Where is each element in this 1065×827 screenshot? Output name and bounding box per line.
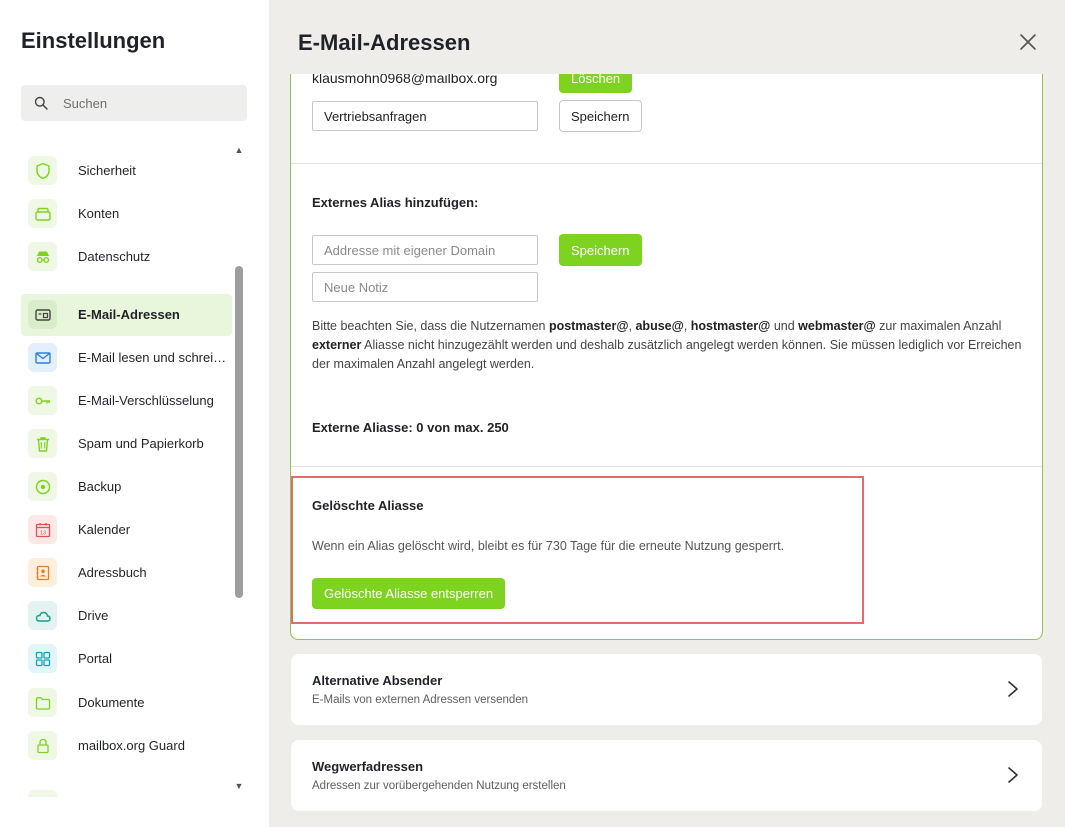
addressbook-icon (36, 565, 49, 580)
sidebar-item-label: Konten (78, 206, 120, 221)
sidebar-item-label: Sicherheit (78, 163, 136, 178)
sidebar-item-label: Portal (78, 651, 112, 666)
spy-icon (36, 251, 49, 263)
content-header: E-Mail-Adressen (269, 0, 1065, 74)
save-alias-note-button[interactable]: Speichern (559, 100, 642, 132)
sidebar-item-guard[interactable]: mailbox.org Guard (21, 725, 232, 767)
sidebar-item-calendar[interactable]: 13 Kalender (21, 509, 232, 551)
external-address-input[interactable] (312, 235, 538, 265)
sidebar-item-accounts[interactable]: Konten (21, 193, 232, 235)
backup-icon (35, 479, 50, 494)
chevron-right-icon (1008, 767, 1018, 783)
section-divider (291, 163, 1042, 164)
accounts-icon (34, 207, 51, 221)
sidebar-item-label: E-Mail-Verschlüsselung (78, 393, 214, 408)
trash-icon (36, 436, 49, 452)
envelope-icon (34, 351, 51, 364)
sidebar-item-spam-trash[interactable]: Spam und Papierkorb (21, 423, 232, 465)
calendar-icon: 13 (35, 522, 50, 537)
cloud-icon (35, 611, 51, 622)
shield-icon (35, 162, 50, 179)
sidebar-scrollbar[interactable]: ▲ ▼ (234, 145, 244, 795)
search-input[interactable] (63, 85, 243, 121)
folder-icon (35, 696, 50, 710)
sidebar-item-label: Datenschutz (78, 249, 151, 264)
sidebar-item-read-write-email[interactable]: E-Mail lesen und schreiben (21, 337, 232, 379)
search-box[interactable] (21, 85, 247, 121)
sidebar-item-documents[interactable]: Dokumente (21, 682, 232, 724)
card-title: Alternative Absender (312, 673, 443, 688)
svg-text:13: 13 (39, 530, 45, 536)
external-alias-note: Bitte beachten Sie, dass die Nutzernamen… (312, 319, 1022, 371)
scroll-up-arrow-icon[interactable]: ▲ (234, 145, 244, 157)
sidebar-item-label: Backup (78, 479, 122, 494)
deleted-aliases-text: Wenn ein Alias gelöscht wird, bleibt es … (312, 539, 785, 553)
sidebar-item-label: E-Mail lesen und schreiben (78, 350, 232, 365)
lock-icon (36, 738, 49, 753)
email-addresses-panel: klausmohn0968@mailbox.org Löschen Speich… (290, 40, 1043, 640)
sidebar-item-email-addresses[interactable]: E-Mail-Adressen (21, 294, 232, 336)
settings-content: klausmohn0968@mailbox.org Löschen Speich… (269, 0, 1065, 827)
unlock-deleted-aliases-button[interactable]: Gelöschte Aliasse entsperren (312, 578, 506, 609)
sidebar-item-label: Adressbuch (78, 565, 147, 580)
sidebar-item-drive[interactable]: Drive (21, 595, 232, 637)
card-subtitle: E-Mails von externen Adressen versenden (312, 694, 529, 706)
close-icon[interactable] (1018, 32, 1038, 52)
card-subtitle: Adressen zur vorübergehenden Nutzung ers… (312, 780, 566, 792)
chevron-right-icon (1008, 681, 1018, 697)
sidebar-item-label: E-Mail-Adressen (78, 307, 180, 322)
external-alias-count: Externe Aliasse: 0 von max. 250 (312, 420, 509, 435)
deleted-aliases-heading: Gelöschte Aliasse (312, 498, 424, 513)
external-note-input[interactable] (312, 272, 538, 302)
sidebar-item-privacy[interactable]: Datenschutz (21, 236, 232, 278)
save-external-alias-button[interactable]: Speichern (559, 234, 642, 266)
scrollbar-thumb[interactable] (235, 266, 243, 598)
alias-note-input[interactable] (312, 101, 538, 131)
page-title: E-Mail-Adressen (298, 30, 471, 55)
key-icon (35, 396, 50, 404)
alternative-senders-card[interactable]: Alternative Absender E-Mails von externe… (291, 654, 1042, 725)
sidebar-item-email-encryption[interactable]: E-Mail-Verschlüsselung (21, 380, 232, 422)
grid-icon (35, 651, 50, 666)
section-divider (291, 466, 1042, 467)
sidebar-item-backup[interactable]: Backup (21, 466, 232, 508)
deleted-aliases-section: Gelöschte Aliasse Wenn ein Alias gelösch… (291, 476, 864, 624)
sidebar-item-label: Kalender (78, 522, 131, 537)
card-title: Wegwerfadressen (312, 759, 424, 774)
sidebar-item-label: mailbox.org Guard (78, 738, 185, 753)
external-alias-heading: Externes Alias hinzufügen: (312, 195, 479, 210)
sidebar-item-label: Drive (78, 608, 109, 623)
search-icon (34, 96, 48, 110)
sidebar-item-label: Spam und Papierkorb (78, 436, 204, 451)
sidebar-title: Einstellungen (21, 28, 166, 53)
sidebar-item-security[interactable]: Sicherheit (21, 150, 232, 192)
sidebar-item-label: Dokumente (78, 695, 145, 710)
settings-sidebar: Einstellungen Sicherheit Konten (0, 0, 269, 827)
scroll-down-arrow-icon[interactable]: ▼ (234, 781, 244, 793)
sidebar-item-partial (28, 790, 57, 797)
sidebar-item-addressbook[interactable]: Adressbuch (21, 552, 232, 594)
sidebar-item-portal[interactable]: Portal (21, 638, 232, 680)
disposable-addresses-card[interactable]: Wegwerfadressen Adressen zur vorübergehe… (291, 740, 1042, 811)
address-card-icon (34, 308, 51, 321)
settings-window: Einstellungen Sicherheit Konten (0, 0, 1065, 827)
